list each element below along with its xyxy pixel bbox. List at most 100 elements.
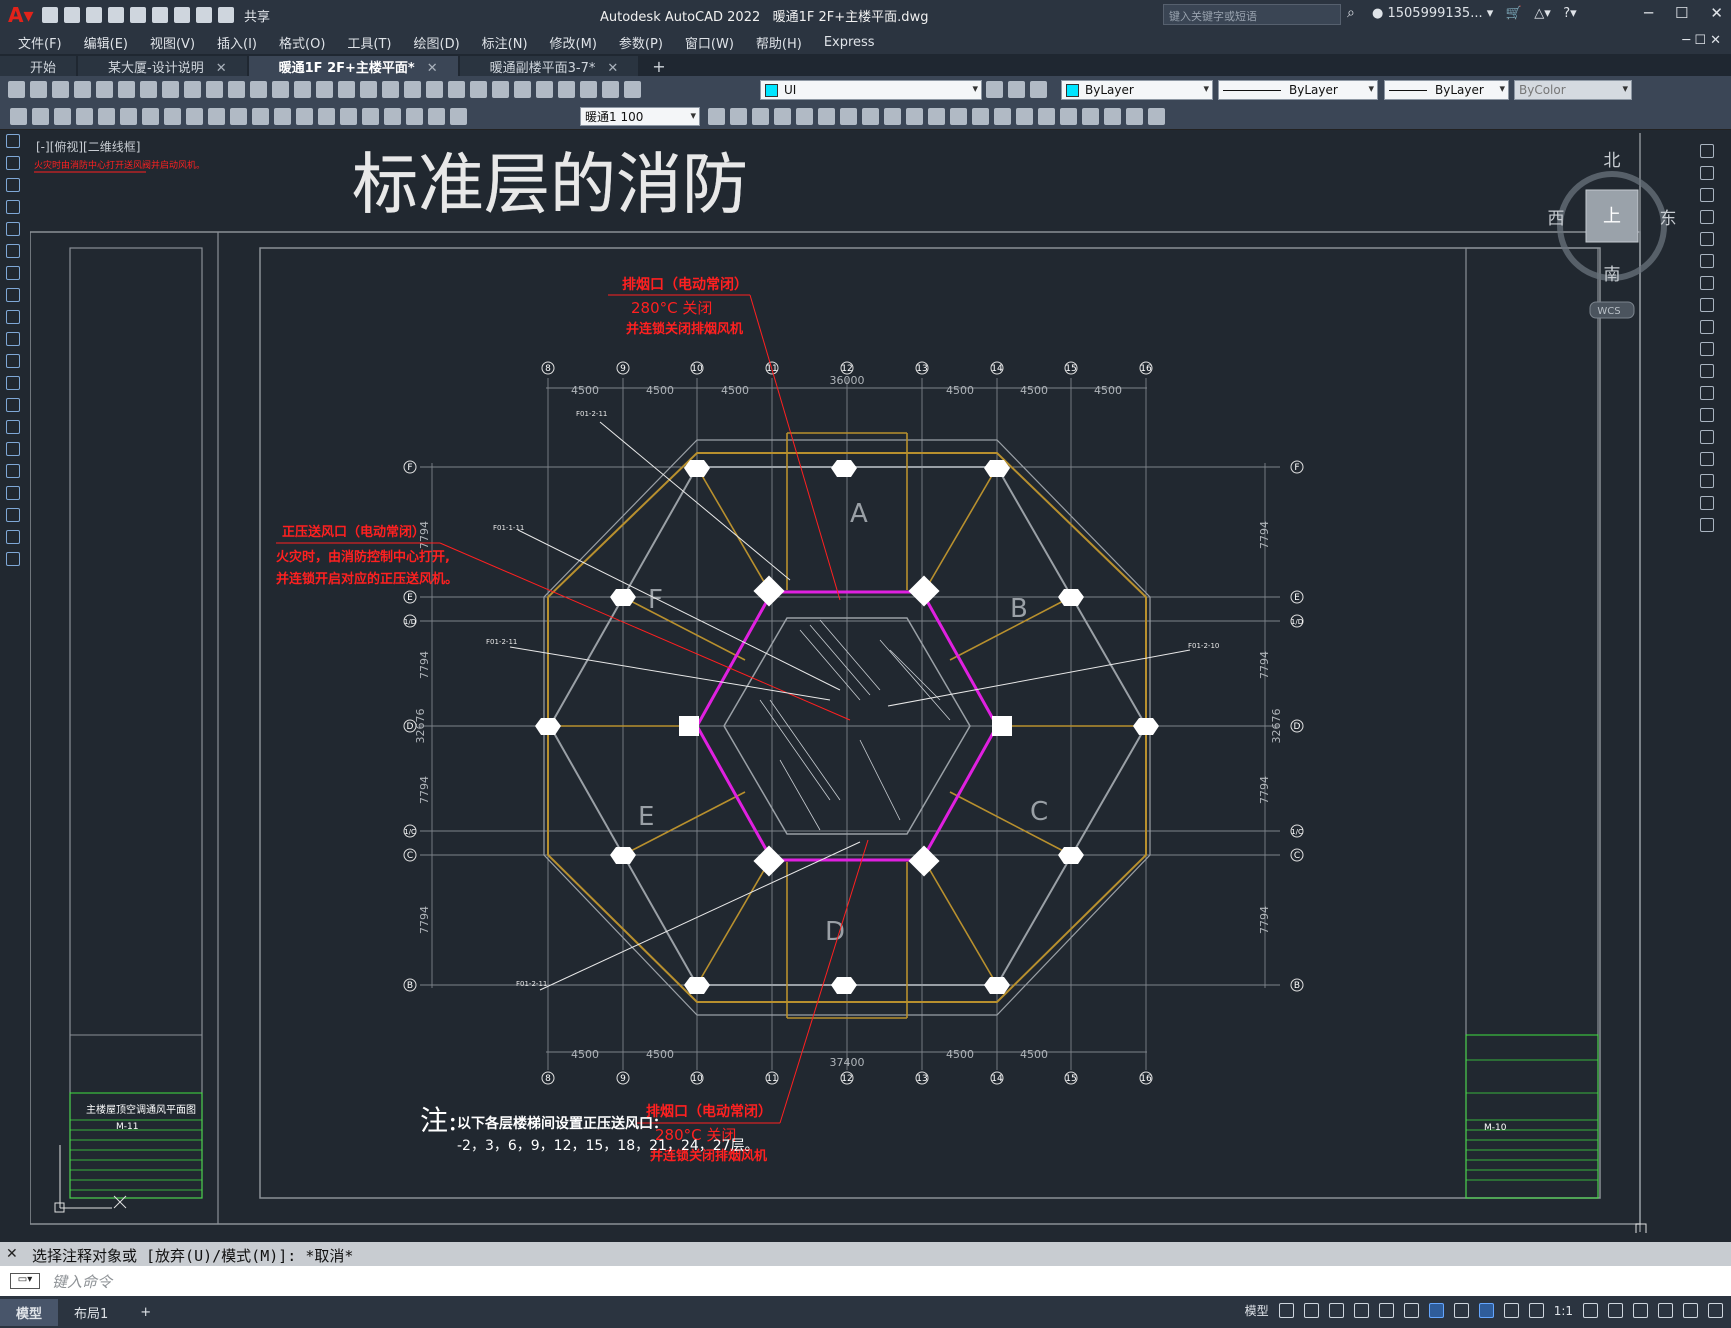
matchprop-icon[interactable] (228, 81, 245, 98)
annotation-scale-value[interactable]: 1:1 (1554, 1304, 1573, 1318)
dim-style-icon[interactable] (708, 108, 725, 125)
dim-text-edit-icon[interactable] (428, 108, 445, 125)
offset-icon[interactable] (1700, 210, 1714, 224)
dim-edit-icon[interactable] (406, 108, 423, 125)
viewcube[interactable]: 上 北 南 东 西 WCS (1548, 151, 1677, 319)
command-prompt-icon[interactable]: ▭▾ (10, 1273, 40, 1289)
dim-arc-icon[interactable] (76, 108, 93, 125)
mirror-icon[interactable] (774, 108, 791, 125)
fillet-icon[interactable] (1038, 108, 1055, 125)
menu-view[interactable]: 视图(V) (150, 33, 195, 52)
tab-design-notes[interactable]: 某大厦-设计说明 ✕ (78, 56, 247, 76)
menu-window[interactable]: 窗口(W) (685, 33, 734, 52)
grid-icon[interactable] (1278, 1303, 1294, 1318)
zoom-window-icon[interactable] (360, 81, 377, 98)
dim-radius-icon[interactable] (120, 108, 137, 125)
dim-jogged-icon[interactable] (142, 108, 159, 125)
block-editor-icon[interactable] (250, 81, 267, 98)
paste-icon[interactable] (206, 81, 223, 98)
move-icon[interactable] (1700, 254, 1714, 268)
viewcube-east[interactable]: 东 (1660, 209, 1677, 229)
blend-curves-icon[interactable] (1700, 496, 1714, 510)
menu-modify[interactable]: 修改(M) (550, 33, 597, 52)
copy-icon[interactable] (184, 81, 201, 98)
cut-icon[interactable] (162, 81, 179, 98)
chamfer-icon[interactable] (1016, 108, 1033, 125)
viewcube-north[interactable]: 北 (1604, 151, 1621, 171)
array-icon[interactable] (1700, 232, 1714, 246)
auto-scale-icon[interactable] (1503, 1303, 1519, 1318)
qnew-icon[interactable] (8, 81, 25, 98)
insert-block-icon[interactable] (6, 376, 20, 390)
close-icon[interactable]: ✕ (1710, 4, 1723, 22)
quick-dim-icon[interactable] (208, 108, 225, 125)
color-dropdown[interactable]: ByLayer ▾ (1061, 80, 1213, 100)
undo-icon[interactable] (196, 7, 212, 23)
close-tab-icon[interactable]: ✕ (607, 61, 618, 76)
web-open-icon[interactable] (130, 7, 146, 23)
preview-icon[interactable] (96, 81, 113, 98)
explode-icon[interactable] (1060, 108, 1077, 125)
wcs-menu[interactable]: WCS (1597, 306, 1620, 317)
doc-window-controls[interactable]: ─ ☐ ✕ (1682, 33, 1721, 48)
array-icon[interactable] (818, 108, 835, 125)
user-account[interactable]: ● 1505999135... ▾ 🛒 △▾ ?▾ (1372, 6, 1577, 21)
calculator-icon[interactable] (514, 81, 531, 98)
cart-icon[interactable]: 🛒 (1506, 6, 1522, 21)
chamfer-icon[interactable] (1700, 452, 1714, 466)
open-icon[interactable] (30, 81, 47, 98)
fillet-icon[interactable] (1700, 474, 1714, 488)
scale-icon[interactable] (884, 108, 901, 125)
copy-icon[interactable] (1700, 166, 1714, 180)
open-icon[interactable] (64, 7, 80, 23)
annotation-scale-icon[interactable] (1528, 1303, 1544, 1318)
revcloud-icon[interactable] (6, 288, 20, 302)
plot-icon[interactable] (74, 81, 91, 98)
gradient-icon[interactable] (6, 464, 20, 478)
menu-help[interactable]: 帮助(H) (756, 33, 802, 52)
polygon-icon[interactable] (6, 200, 20, 214)
scale-icon[interactable] (1700, 298, 1714, 312)
trim-icon[interactable] (928, 108, 945, 125)
save-as-icon[interactable] (108, 7, 124, 23)
close-command-line-icon[interactable]: ✕ (6, 1246, 18, 1262)
new-icon[interactable] (42, 7, 58, 23)
maximize-icon[interactable]: ☐ (1675, 4, 1688, 22)
sheet-set-icon[interactable] (470, 81, 487, 98)
object-snap-icon[interactable] (1428, 1303, 1444, 1318)
dim-linear-icon[interactable] (32, 108, 49, 125)
group-icon[interactable] (1082, 108, 1099, 125)
extend-icon[interactable] (950, 108, 967, 125)
erase-icon[interactable] (1700, 144, 1714, 158)
autodesk-icon[interactable]: △▾ (1534, 6, 1551, 21)
viewcube-top-face[interactable]: 上 (1603, 206, 1621, 227)
model-space-label[interactable]: 模型 (1245, 1302, 1269, 1319)
save-icon[interactable] (52, 81, 69, 98)
lineweight-dropdown[interactable]: ByLayer ▾ (1384, 80, 1509, 100)
close-tab-icon[interactable]: ✕ (216, 61, 227, 76)
construction-line-icon[interactable] (6, 156, 20, 170)
stretch-icon[interactable] (1700, 320, 1714, 334)
markup-icon[interactable] (492, 81, 509, 98)
erase-icon[interactable] (730, 108, 747, 125)
region-icon[interactable] (6, 486, 20, 500)
new-tab-icon[interactable]: + (652, 57, 665, 76)
polyline-icon[interactable] (6, 178, 20, 192)
point-icon[interactable] (6, 420, 20, 434)
dimstyle-dropdown[interactable]: 暖通1 100 ▾ (580, 107, 700, 126)
break-at-point-icon[interactable] (1700, 386, 1714, 400)
tab-annex-plan[interactable]: 暖通副楼平面3-7* ✕ (459, 56, 639, 76)
design-center-icon[interactable] (426, 81, 443, 98)
object-snap-tracking-icon[interactable] (1403, 1303, 1419, 1318)
layer-previous-icon[interactable] (1030, 81, 1047, 98)
explode-icon[interactable] (1700, 518, 1714, 532)
copy-object-icon[interactable] (752, 108, 769, 125)
polar-icon[interactable] (1353, 1303, 1369, 1318)
minimize-icon[interactable]: ─ (1644, 4, 1653, 22)
properties-icon[interactable] (404, 81, 421, 98)
hatch-edit-icon[interactable] (1126, 108, 1143, 125)
redo-icon[interactable] (218, 7, 234, 23)
menu-parametric[interactable]: 参数(P) (619, 33, 663, 52)
spline-icon[interactable] (6, 310, 20, 324)
join-icon[interactable] (994, 108, 1011, 125)
